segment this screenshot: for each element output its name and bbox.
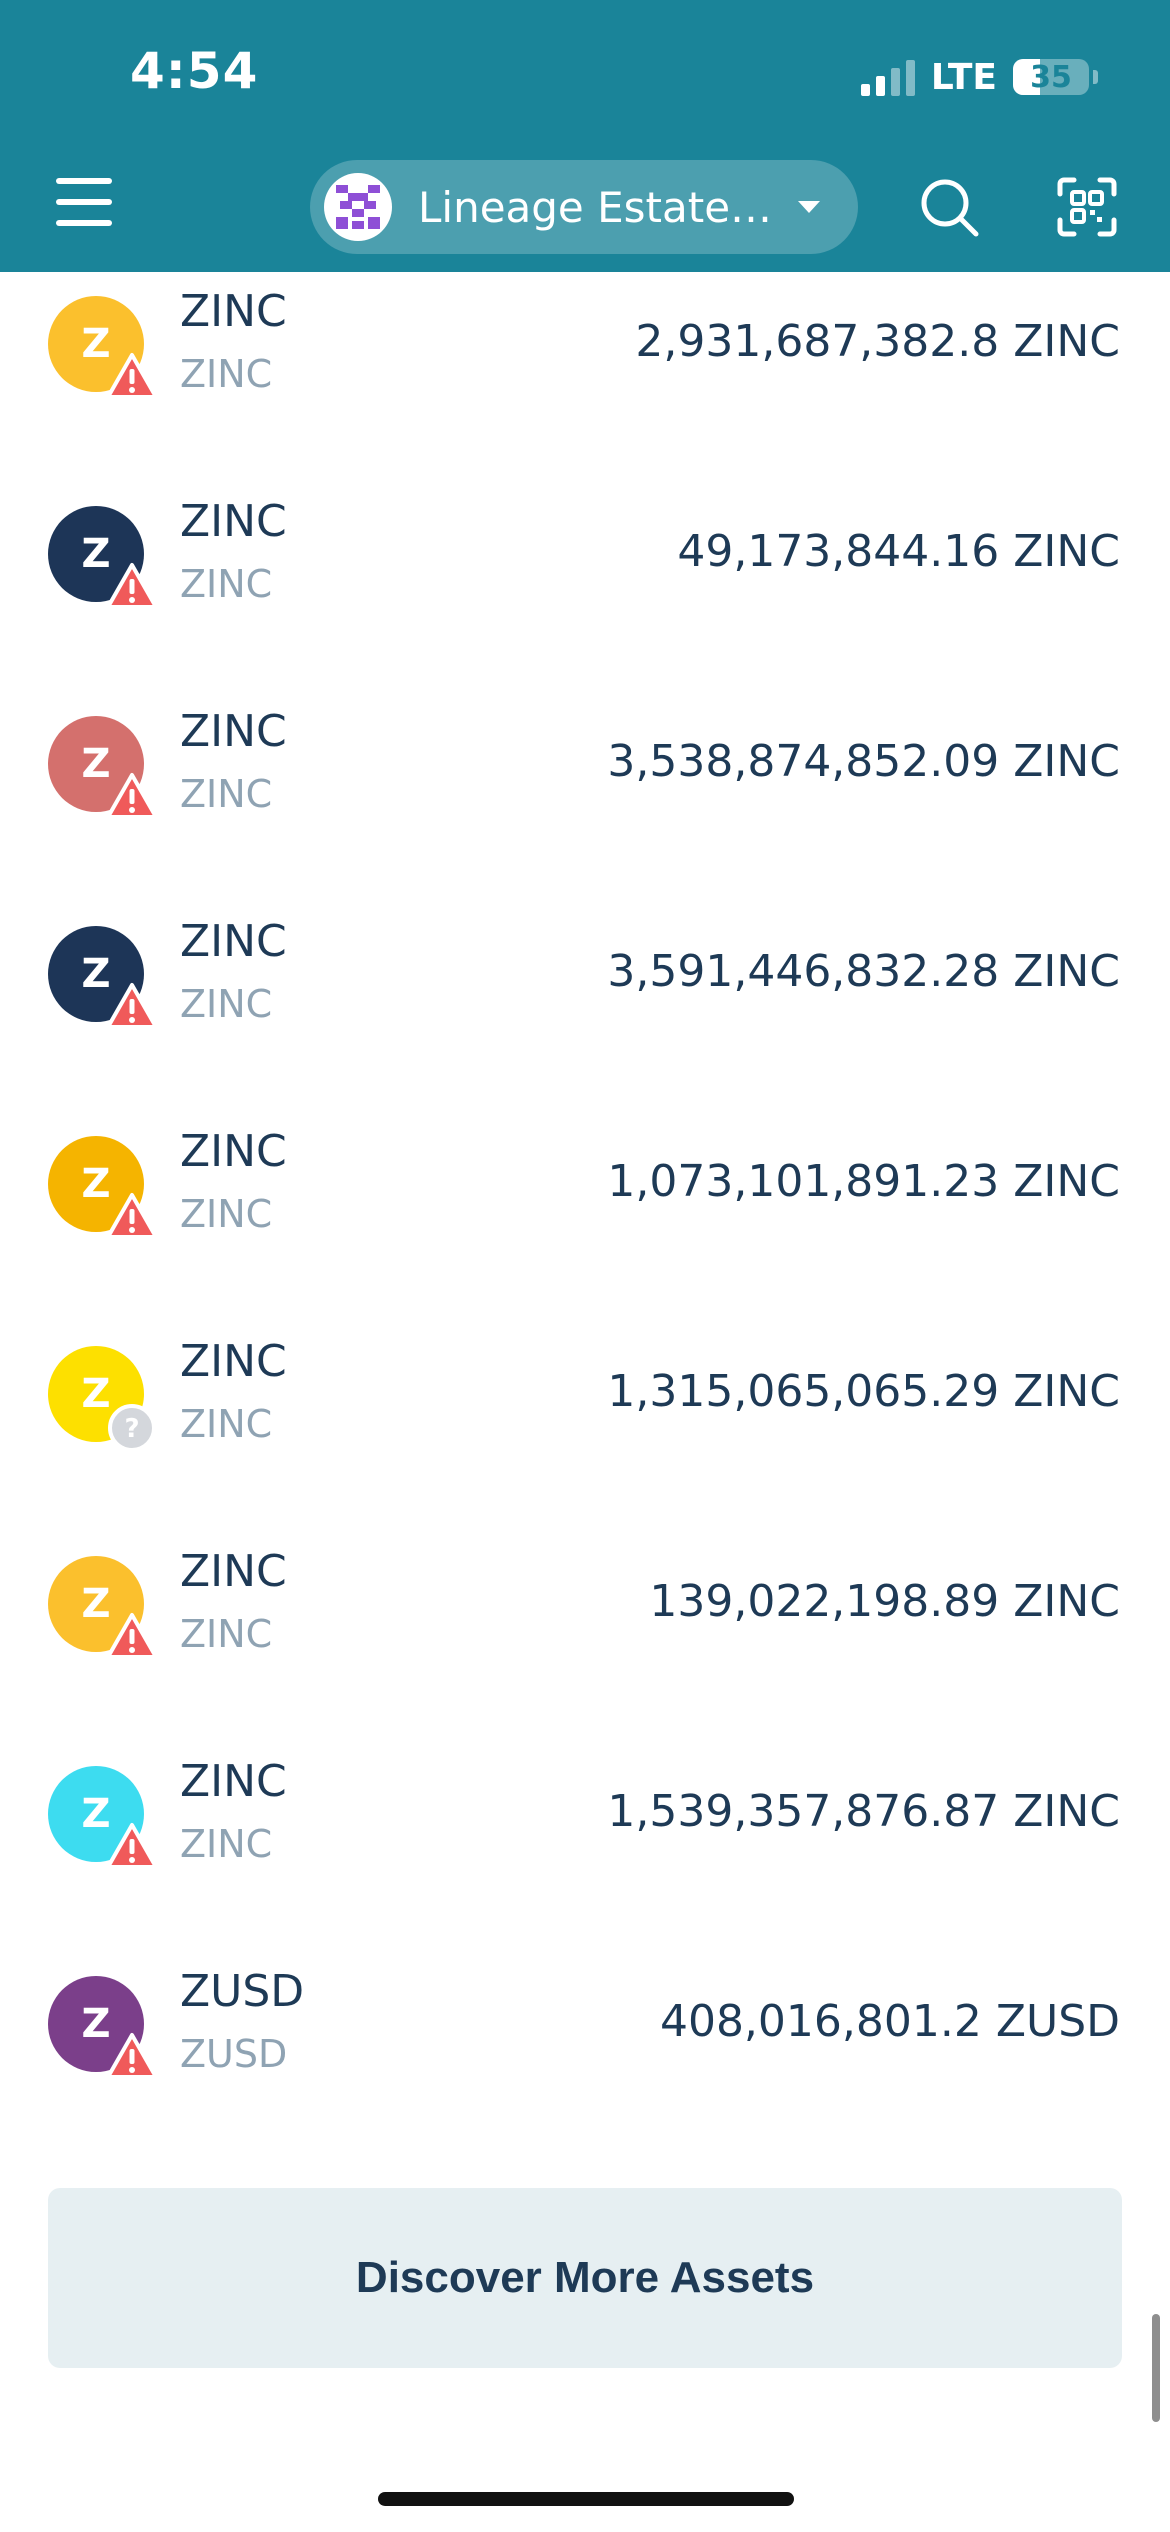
warning-icon (106, 352, 158, 400)
asset-balance: 3,591,446,832.28 ZINC (607, 946, 1120, 997)
discover-more-assets-button[interactable]: Discover More Assets (48, 2188, 1122, 2368)
asset-row[interactable]: Z ZINC ZINC 49,173,844.16 ZINC (0, 482, 1170, 692)
status-indicators: LTE 35 (860, 52, 1098, 102)
warning-icon (106, 2032, 158, 2080)
status-time: 4:54 (130, 42, 259, 100)
search-icon[interactable] (918, 176, 980, 238)
chevron-down-icon (798, 201, 820, 213)
asset-symbol: ZINC (180, 286, 287, 337)
asset-name: ZUSD (180, 2032, 288, 2076)
warning-icon (106, 562, 158, 610)
asset-row[interactable]: Z ZINC ZINC 1,539,357,876.87 ZINC (0, 1742, 1170, 1952)
asset-name: ZINC (180, 352, 273, 396)
asset-name: ZINC (180, 1612, 273, 1656)
asset-row[interactable]: Z ZUSD ZUSD 408,016,801.2 ZUSD (0, 1952, 1170, 2162)
asset-name: ZINC (180, 772, 273, 816)
asset-symbol: ZINC (180, 1546, 287, 1597)
asset-name: ZINC (180, 1192, 273, 1236)
asset-symbol: ZUSD (180, 1966, 305, 2017)
asset-balance: 49,173,844.16 ZINC (677, 526, 1120, 577)
account-identicon-icon (336, 185, 380, 229)
asset-balance: 3,538,874,852.09 ZINC (607, 736, 1120, 787)
asset-balance: 1,315,065,065.29 ZINC (607, 1366, 1120, 1417)
asset-balance: 408,016,801.2 ZUSD (659, 1996, 1120, 2047)
svg-text:?: ? (124, 1414, 139, 1444)
battery-cap (1093, 70, 1098, 84)
asset-row[interactable]: Z? ZINC ZINC 1,315,065,065.29 ZINC (0, 1322, 1170, 1532)
asset-balance: 1,539,357,876.87 ZINC (607, 1786, 1120, 1837)
signal-icon (860, 58, 915, 96)
hamburger-menu-icon[interactable] (56, 178, 112, 230)
warning-icon (106, 982, 158, 1030)
network-type: LTE (930, 56, 997, 98)
warning-icon (106, 1822, 158, 1870)
asset-balance: 1,073,101,891.23 ZINC (607, 1156, 1120, 1207)
account-name: Lineage Estate… (418, 182, 773, 232)
asset-symbol: ZINC (180, 1756, 287, 1807)
asset-balance: 139,022,198.89 ZINC (649, 1576, 1120, 1627)
warning-icon (106, 1612, 158, 1660)
asset-symbol: ZINC (180, 916, 287, 967)
warning-icon (106, 1192, 158, 1240)
asset-name: ZINC (180, 982, 273, 1026)
unknown-token-icon: ? (106, 1402, 158, 1452)
home-indicator[interactable] (378, 2492, 794, 2506)
asset-name: ZINC (180, 1402, 273, 1446)
app-header: 4:54 LTE 35 Lineage Estate… (0, 0, 1170, 272)
battery-icon: 35 (1013, 59, 1089, 95)
asset-row[interactable]: Z ZINC ZINC 3,538,874,852.09 ZINC (0, 692, 1170, 902)
battery-level: 35 (1030, 59, 1072, 95)
account-avatar (324, 173, 392, 241)
scrollbar[interactable] (1152, 2314, 1160, 2422)
asset-balance: 2,931,687,382.8 ZINC (635, 316, 1120, 367)
asset-name: ZINC (180, 1822, 273, 1866)
account-selector[interactable]: Lineage Estate… (310, 160, 858, 254)
asset-symbol: ZINC (180, 1126, 287, 1177)
asset-name: ZINC (180, 562, 273, 606)
warning-icon (106, 772, 158, 820)
asset-symbol: ZINC (180, 1336, 287, 1387)
asset-list: Z ZINC ZINC 2,931,687,382.8 ZINC Z ZINC ZINC 49… (0, 272, 1170, 2162)
asset-row[interactable]: Z ZINC ZINC 1,073,101,891.23 ZINC (0, 1112, 1170, 1322)
asset-symbol: ZINC (180, 706, 287, 757)
asset-row[interactable]: Z ZINC ZINC 139,022,198.89 ZINC (0, 1532, 1170, 1742)
qr-scan-icon[interactable] (1056, 176, 1118, 238)
asset-symbol: ZINC (180, 496, 287, 547)
asset-row[interactable]: Z ZINC ZINC 3,591,446,832.28 ZINC (0, 902, 1170, 1112)
asset-row[interactable]: Z ZINC ZINC 2,931,687,382.8 ZINC (0, 272, 1170, 482)
